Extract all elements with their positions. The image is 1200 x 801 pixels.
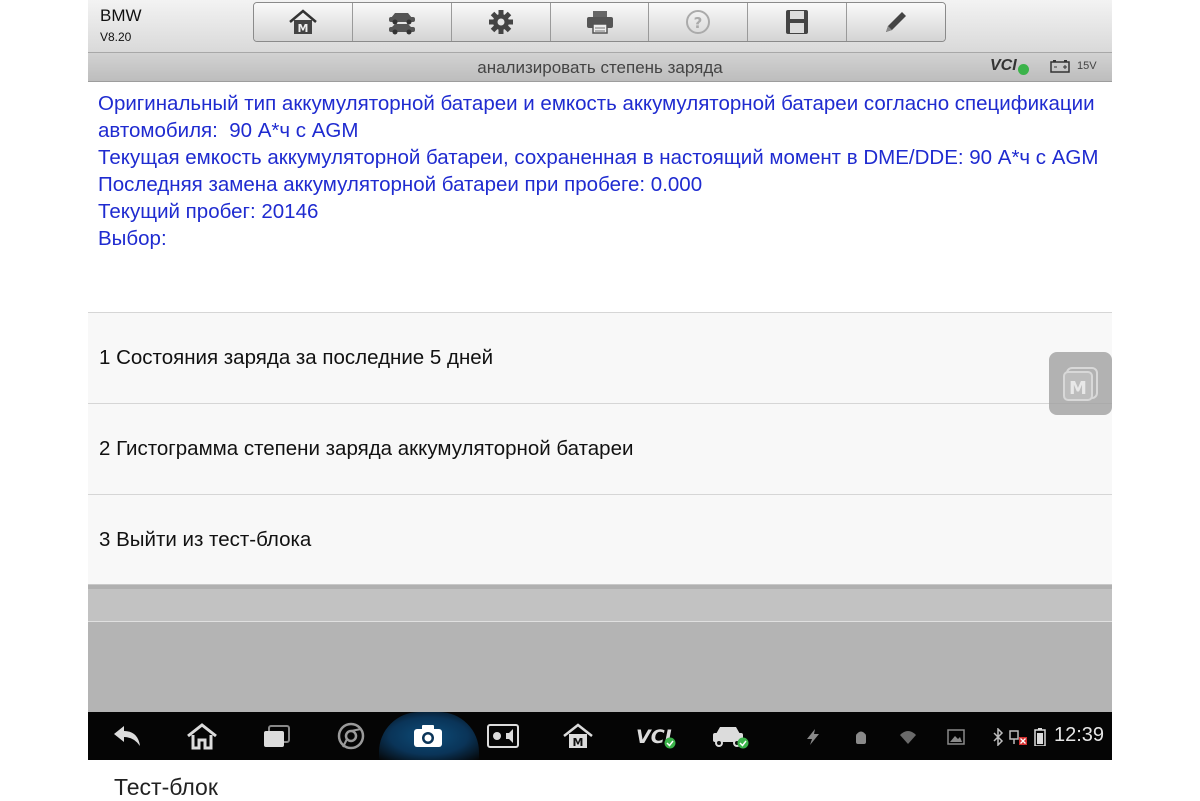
android-nav-bar: M VCI 12:39 [88, 712, 1112, 760]
home-button[interactable]: M [254, 3, 353, 41]
caption: Тест-блок [114, 774, 218, 800]
edit-button[interactable] [847, 3, 945, 41]
maxisys-home-icon: M [563, 723, 593, 749]
settings-button[interactable] [451, 3, 551, 41]
gear-icon [488, 10, 513, 34]
camera-button[interactable] [411, 722, 445, 750]
page-title: анализировать степень заряда [477, 58, 723, 77]
brand-block: BMW V8.20 [100, 6, 142, 44]
title-bar: анализировать степень заряда VCI 15V [88, 53, 1112, 82]
maxisys-float-icon: M [1062, 366, 1098, 401]
help-button[interactable]: ? [649, 3, 749, 41]
pencil-icon [886, 12, 907, 32]
android-debug-icon [856, 731, 866, 744]
chrome-icon [337, 722, 365, 750]
car-swap-icon [388, 13, 415, 35]
camera-icon [414, 725, 442, 747]
footer-strip [88, 589, 1112, 622]
brightness-volume-icon [487, 724, 519, 748]
clock: 12:39 [1054, 724, 1105, 746]
maxisys-home-nav-button[interactable]: M [561, 722, 595, 750]
menu-item-exit-test-block[interactable]: 3 Выйти из тест-блока [88, 494, 1112, 585]
printer-icon [586, 11, 613, 34]
network-error-icon [1009, 730, 1027, 745]
vci-icon: VCI [636, 726, 676, 749]
help-icon: ? [686, 10, 711, 34]
recent-apps-icon [264, 725, 290, 747]
battery-icon [1034, 728, 1046, 746]
top-toolbar-area: BMW V8.20 M ? [88, 0, 1112, 53]
wifi-icon [900, 731, 916, 744]
home-nav-button[interactable] [185, 722, 219, 750]
menu-item-charge-histogram[interactable]: 2 Гистограмма степени заряда аккумулятор… [88, 403, 1112, 494]
menu-item-charge-history[interactable]: 1 Состояния заряда за последние 5 дней [88, 312, 1112, 403]
info-text: Оригинальный тип аккумуляторной батареи … [98, 92, 1099, 250]
save-button[interactable] [748, 3, 848, 41]
floating-home-button[interactable]: M [1049, 352, 1112, 415]
svg-text:M: M [297, 22, 308, 35]
car-check-icon [713, 727, 749, 749]
vehicle-swap-button[interactable] [352, 3, 452, 41]
back-icon [114, 726, 140, 746]
maxisys-home-icon: M [289, 9, 317, 35]
floppy-disk-icon [786, 10, 809, 34]
recent-apps-button[interactable] [260, 722, 294, 750]
empty-area [88, 622, 1112, 712]
brand-name: BMW [100, 6, 142, 25]
svg-text:M: M [573, 736, 584, 749]
back-button[interactable] [110, 722, 144, 750]
home-icon [187, 723, 217, 750]
print-button[interactable] [550, 3, 650, 41]
brand-version: V8.20 [100, 30, 132, 44]
voltage-readout: 15V [1077, 60, 1097, 72]
toolbar: M ? [253, 2, 946, 42]
vci-connected-icon [1018, 64, 1029, 75]
flash-icon [807, 729, 819, 745]
image-icon [947, 729, 965, 745]
car-battery-icon [1050, 60, 1070, 73]
svg-text:?: ? [694, 14, 703, 32]
vci-status-label: VCI [990, 57, 1017, 74]
selection-menu: 1 Состояния заряда за последние 5 дней 2… [88, 312, 1112, 585]
bluetooth-icon [993, 728, 1004, 746]
info-panel: Оригинальный тип аккумуляторной батареи … [88, 82, 1112, 312]
svg-text:M: M [1069, 378, 1087, 399]
brightness-volume-button[interactable] [486, 722, 520, 750]
chrome-button[interactable] [334, 722, 368, 750]
vci-nav-button[interactable]: VCI [634, 722, 678, 750]
vehicle-status-button[interactable] [710, 722, 750, 750]
tablet-screen: BMW V8.20 M ? анализировать степень заря… [88, 0, 1112, 760]
